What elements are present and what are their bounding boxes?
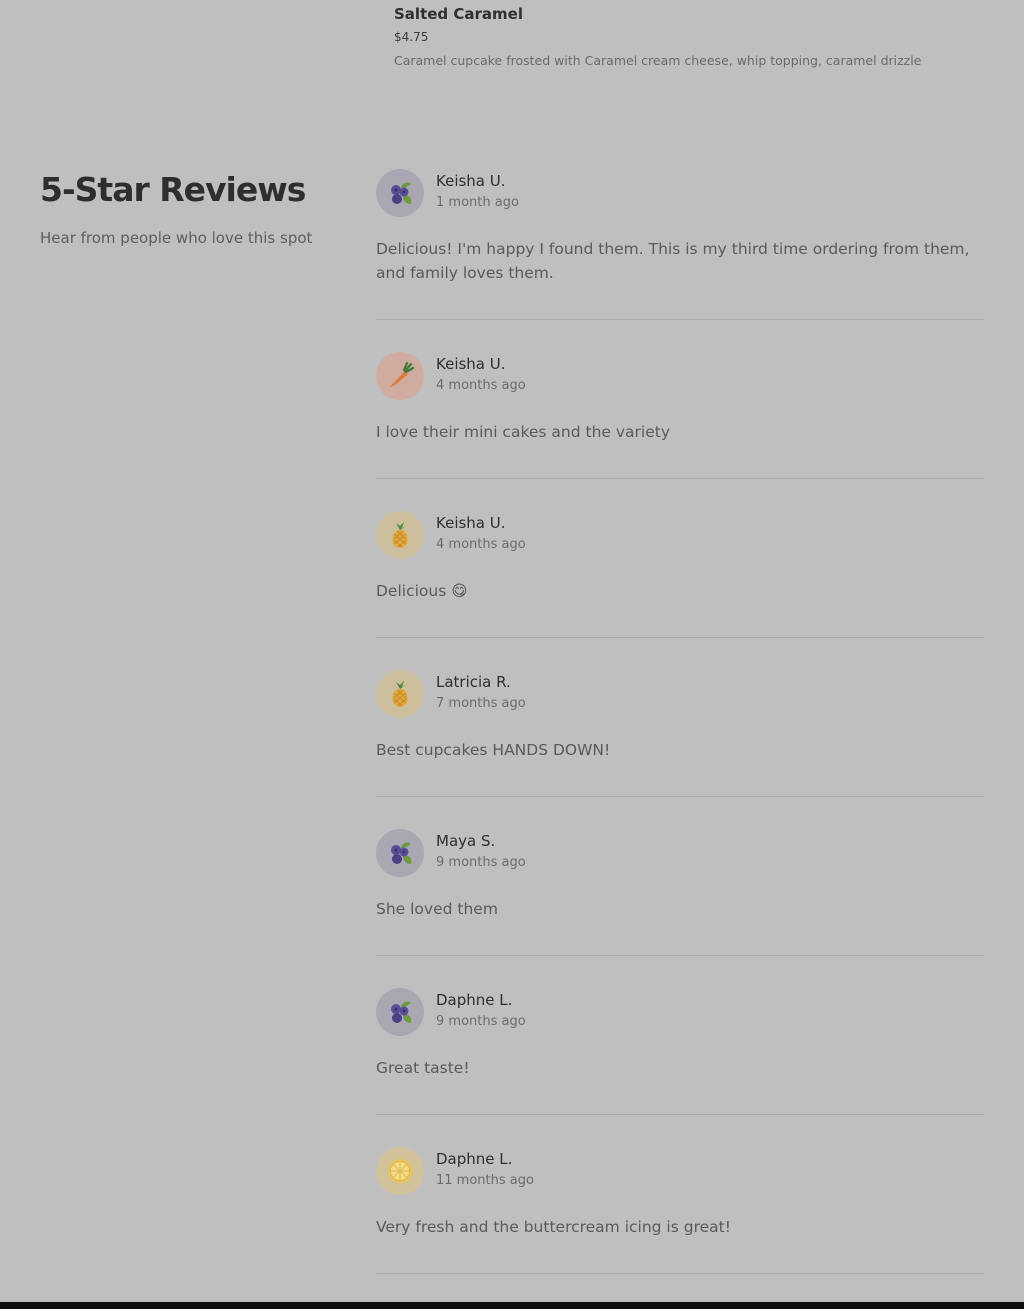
pineapple-icon [385, 679, 415, 709]
review-header: Latricia R. 7 months ago [376, 670, 984, 718]
reviewer-name: Keisha U. [436, 514, 506, 532]
reviewer-name: Daphne L. [436, 1150, 513, 1168]
blueberry-icon [385, 178, 415, 208]
reviewer-info: Daphne L. 9 months ago [436, 988, 526, 1030]
reviewer-name: Keisha U. [436, 355, 506, 373]
review-header: Keisha U. 1 month ago [376, 169, 984, 217]
avatar [376, 511, 424, 559]
reviews-title: 5-Star Reviews [40, 170, 306, 209]
carrot-icon [385, 361, 415, 391]
bottom-edge-bar [0, 1302, 1024, 1309]
blueberry-icon [385, 997, 415, 1027]
review-header: Daphne L. 11 months ago [376, 1147, 984, 1195]
review-item: Daphne L. 11 months ago Very fresh and the… [376, 1115, 984, 1274]
reviewer-name: Latricia R. [436, 673, 511, 691]
pineapple-icon [385, 520, 415, 550]
review-text: She loved them [376, 900, 498, 918]
review-text: Delicious! I'm happy I found them. This … [376, 240, 970, 282]
review-text: I love their mini cakes and the variety [376, 423, 671, 441]
review-date: 7 months ago [436, 696, 526, 711]
review-text: Very fresh and the buttercream icing is … [376, 1218, 731, 1236]
menu-item-name: Salted Caramel [394, 5, 523, 23]
menu-item-card[interactable]: Salted Caramel $4.75 Caramel cupcake fro… [394, 4, 994, 69]
review-date: 1 month ago [436, 195, 519, 210]
review-date: 11 months ago [436, 1173, 534, 1188]
reviewer-info: Maya S. 9 months ago [436, 829, 526, 871]
reviewer-info: Latricia R. 7 months ago [436, 670, 526, 712]
reviews-list: Keisha U. 1 month ago Delicious! I'm happy… [376, 169, 984, 1309]
review-text: Delicious 😋 [376, 582, 468, 600]
review-date: 9 months ago [436, 855, 526, 870]
menu-item-description: Caramel cupcake frosted with Caramel cre… [394, 53, 922, 68]
avatar [376, 988, 424, 1036]
review-item: Daphne L. 9 months ago Great taste! [376, 956, 984, 1115]
reviewer-info: Keisha U. 4 months ago [436, 352, 526, 394]
reviews-heading: 5-Star Reviews Hear from people who love… [40, 170, 340, 248]
reviewer-info: Daphne L. 11 months ago [436, 1147, 534, 1189]
review-text: Best cupcakes HANDS DOWN! [376, 741, 611, 759]
review-date: 4 months ago [436, 537, 526, 552]
review-text: Great taste! [376, 1059, 470, 1077]
review-header: Daphne L. 9 months ago [376, 988, 984, 1036]
avatar [376, 829, 424, 877]
avatar [376, 670, 424, 718]
review-date: 4 months ago [436, 378, 526, 393]
review-item: Keisha U. 4 months ago I love their mini c… [376, 320, 984, 479]
review-header: Keisha U. 4 months ago [376, 511, 984, 559]
review-item: Maya S. 9 months ago She loved them [376, 797, 984, 956]
reviewer-name: Keisha U. [436, 172, 506, 190]
reviewer-name: Daphne L. [436, 991, 513, 1009]
lemon-icon [385, 1156, 415, 1186]
reviewer-info: Keisha U. 4 months ago [436, 511, 526, 553]
review-date: 9 months ago [436, 1014, 526, 1029]
avatar [376, 352, 424, 400]
review-header: Maya S. 9 months ago [376, 829, 984, 877]
review-item: Latricia R. 7 months ago Best cupcakes HAN… [376, 638, 984, 797]
blueberry-icon [385, 838, 415, 868]
reviews-subtitle: Hear from people who love this spot [40, 229, 313, 247]
review-item: Keisha U. 1 month ago Delicious! I'm happy… [376, 169, 984, 320]
reviewer-info: Keisha U. 1 month ago [436, 169, 519, 211]
avatar [376, 1147, 424, 1195]
menu-item-price: $4.75 [394, 30, 429, 44]
review-header: Keisha U. 4 months ago [376, 352, 984, 400]
review-item: Keisha U. 4 months ago Delicious 😋 [376, 479, 984, 638]
reviewer-name: Maya S. [436, 832, 496, 850]
avatar [376, 169, 424, 217]
